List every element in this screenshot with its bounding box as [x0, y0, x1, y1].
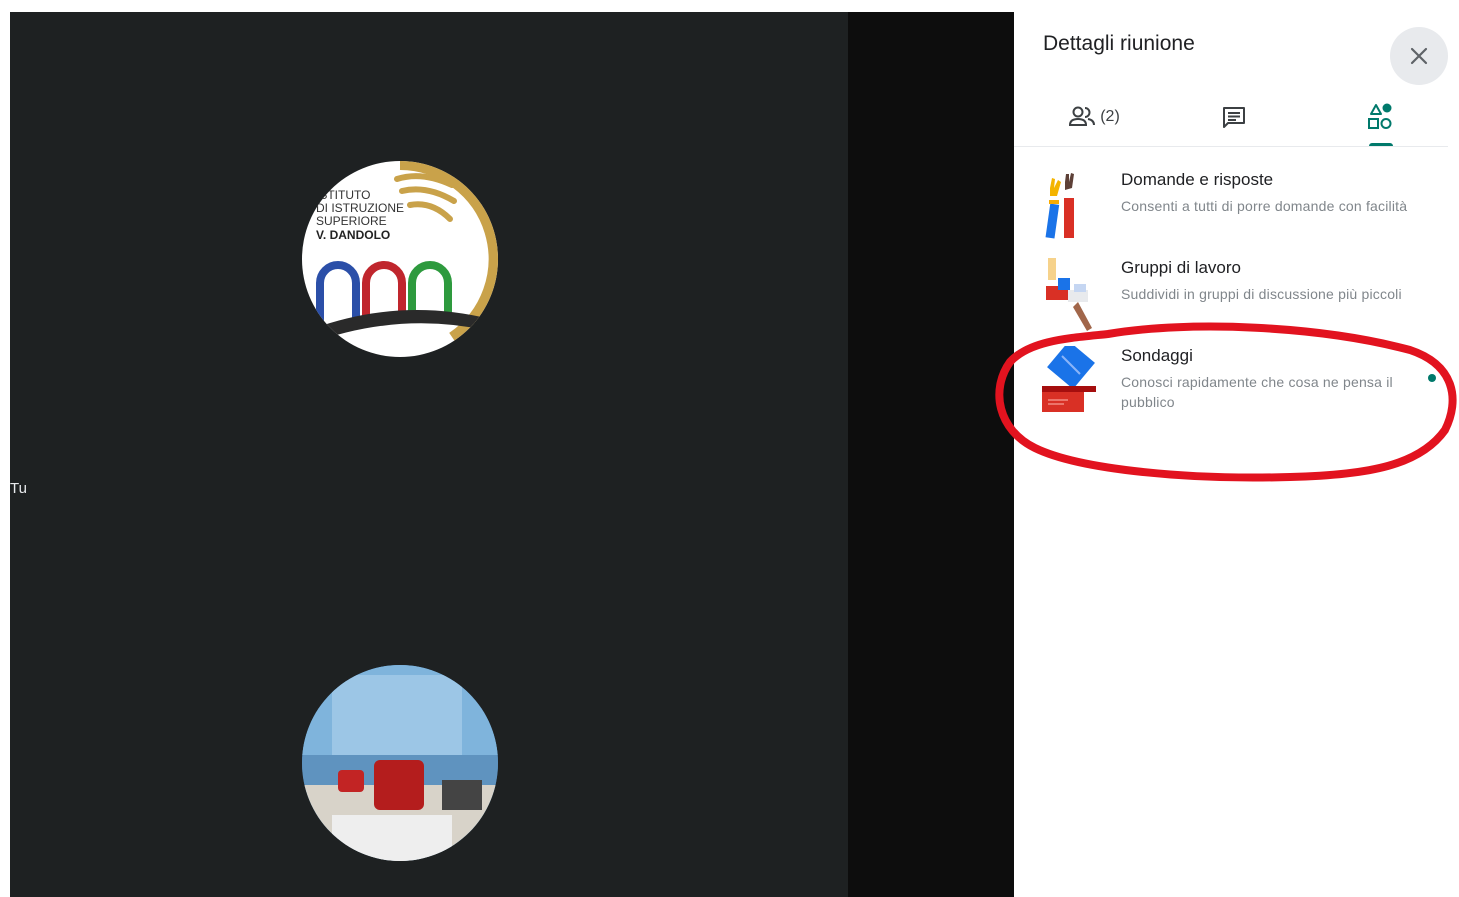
self-tile-label: Tu [10, 480, 27, 497]
activity-title: Domande e risposte [1121, 170, 1274, 189]
new-badge [1428, 374, 1436, 382]
tab-people[interactable]: (2) [1034, 88, 1154, 146]
meeting-details-panel: Dettagli riunione (2) Domande e risposte… [1014, 0, 1459, 897]
activity-polls[interactable]: Sondaggi Conosci rapidamente che cosa ne… [1038, 346, 1448, 430]
activities-icon [1368, 103, 1392, 129]
panel-title: Dettagli riunione [1043, 32, 1195, 55]
tab-chat[interactable] [1174, 88, 1294, 146]
close-button[interactable] [1390, 27, 1448, 85]
raised-hands-illustration [1045, 173, 1074, 239]
school-logo-avatar: ISTITUTO DI ISTRUZIONE SUPERIORE V. DAND… [302, 161, 498, 357]
activity-description: Conosci rapidamente che cosa ne pensa il… [1121, 374, 1393, 410]
ballot-box-illustration [1042, 346, 1096, 412]
tab-activities[interactable] [1320, 88, 1440, 146]
logo-line-4: V. DANDOLO [316, 228, 390, 242]
panel-tabs: (2) [1014, 88, 1448, 147]
activity-title: Sondaggi [1121, 346, 1193, 365]
video-stage-sidebar [848, 12, 1014, 897]
activity-description: Suddividi in gruppi di discussione più p… [1121, 286, 1402, 302]
close-icon [1410, 47, 1428, 65]
office-photo-avatar [302, 665, 498, 861]
logo-line-3: SUPERIORE [316, 214, 387, 228]
activity-title: Gruppi di lavoro [1121, 258, 1242, 277]
activity-breakout[interactable]: Gruppi di lavoro Suddividi in gruppi di … [1038, 258, 1448, 342]
chat-icon [1223, 107, 1245, 128]
participant-count: (2) [1100, 108, 1120, 125]
active-tab-indicator [1369, 143, 1393, 146]
activity-qa[interactable]: Domande e risposte Consenti a tutti di p… [1038, 170, 1448, 254]
activity-description: Consenti a tutti di porre domande con fa… [1121, 198, 1408, 214]
logo-line-2: DI ISTRUZIONE [316, 201, 404, 215]
people-icon [1069, 106, 1096, 126]
breakout-blocks-illustration [1046, 258, 1092, 331]
